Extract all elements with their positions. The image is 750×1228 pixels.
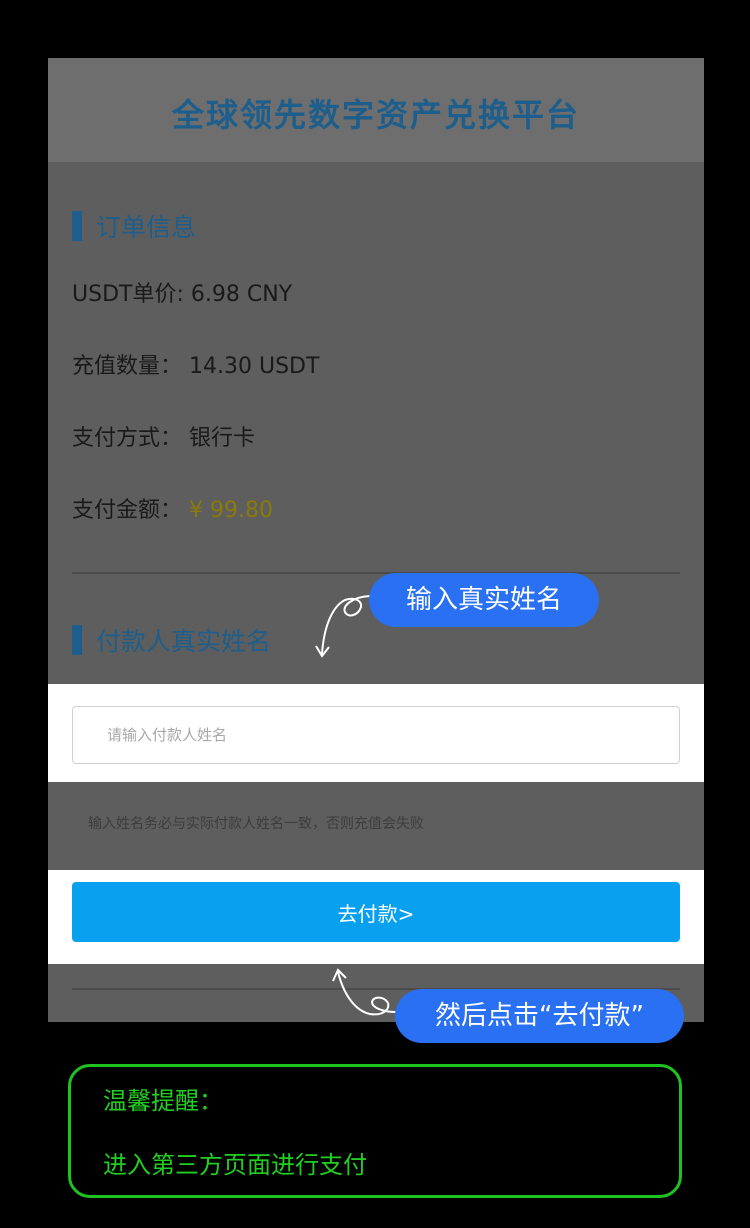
tooltip-click-pay: 然后点击“去付款” (395, 989, 684, 1043)
tip-body: 进入第三方页面进行支付 (103, 1151, 367, 1179)
tooltip-enter-name: 输入真实姓名 (369, 573, 599, 627)
arrow-to-button (337, 971, 397, 1016)
arrow-to-input (321, 595, 371, 655)
tip-box: 温馨提醒： 进入第三方页面进行支付 (68, 1064, 682, 1198)
tip-title: 温馨提醒： (103, 1087, 223, 1115)
